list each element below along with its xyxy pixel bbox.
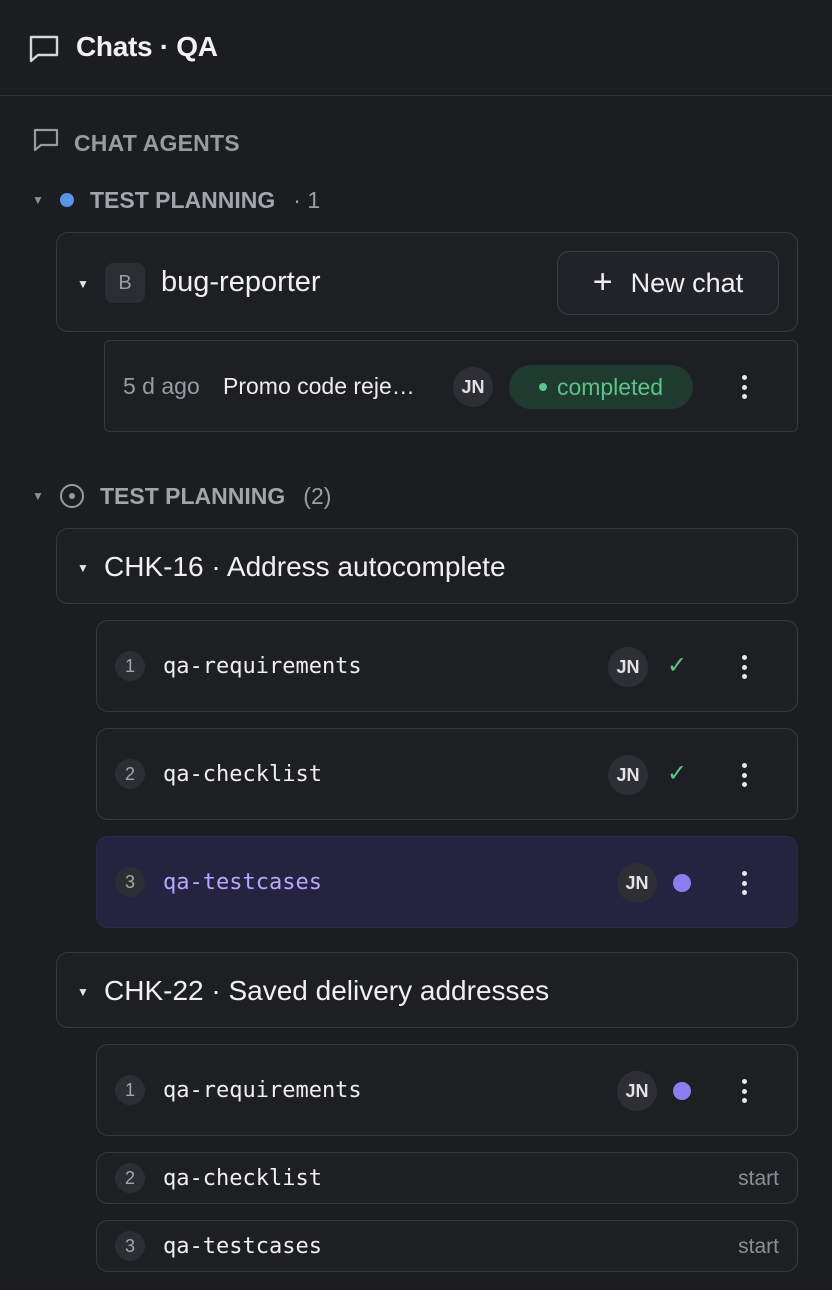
avatar: JN [608, 647, 648, 687]
caret-down-icon[interactable]: ▼ [32, 489, 44, 503]
more-options-icon[interactable] [734, 652, 754, 682]
step-name: qa-testcases [163, 870, 322, 895]
check-icon: ✓ [667, 652, 688, 679]
step-number: 1 [115, 651, 145, 681]
agent-card-bug-reporter[interactable]: ▼ B bug-reporter + New chat [56, 232, 798, 332]
step-row[interactable]: 3 qa-testcases start [96, 1220, 798, 1272]
new-chat-label: New chat [630, 267, 744, 298]
avatar: JN [617, 863, 657, 903]
chat-row[interactable]: 5 d ago Promo code reje… JN completed [104, 340, 798, 432]
start-button[interactable]: start [738, 1167, 779, 1191]
group-test-planning-1[interactable]: ▼ TEST PLANNING · 1 [32, 186, 320, 214]
group-test-planning-2[interactable]: ▼ TEST PLANNING (2) [32, 482, 331, 510]
target-icon [60, 484, 84, 508]
group-label: TEST PLANNING [90, 186, 276, 213]
caret-down-icon[interactable]: ▼ [77, 985, 89, 999]
caret-down-icon[interactable]: ▼ [77, 277, 89, 291]
new-chat-button[interactable]: + New chat [557, 251, 779, 315]
step-number: 3 [115, 1231, 145, 1261]
check-icon: ✓ [667, 760, 688, 787]
section-chat-agents: CHAT AGENTS [32, 128, 240, 158]
avatar: JN [608, 755, 648, 795]
avatar: JN [453, 367, 493, 407]
plus-icon: + [592, 262, 613, 301]
page-title: Chats · QA [76, 31, 218, 62]
status-dot [60, 193, 74, 207]
step-name: qa-requirements [163, 654, 362, 679]
group-label: TEST PLANNING [100, 482, 286, 509]
step-name: qa-requirements [163, 1078, 362, 1103]
agent-badge: B [105, 263, 145, 303]
group-count: (2) [303, 482, 332, 509]
ticket-title: CHK-22 · Saved delivery addresses [104, 975, 550, 1006]
step-number: 2 [115, 1163, 145, 1193]
status-label: completed [556, 373, 664, 400]
more-options-icon[interactable] [734, 1076, 754, 1106]
step-row-active[interactable]: 3 qa-testcases JN [96, 836, 798, 928]
more-options-icon[interactable] [734, 372, 754, 402]
more-options-icon[interactable] [734, 760, 754, 790]
section-label: CHAT AGENTS [74, 129, 240, 156]
caret-down-icon[interactable]: ▼ [32, 193, 44, 207]
caret-down-icon[interactable]: ▼ [77, 561, 89, 575]
ticket-card-chk-22[interactable]: ▼ CHK-22 · Saved delivery addresses [56, 952, 798, 1028]
start-button[interactable]: start [738, 1235, 779, 1259]
step-number: 3 [115, 867, 145, 897]
step-name: qa-testcases [163, 1234, 322, 1259]
status-badge: completed [509, 365, 693, 409]
step-row[interactable]: 2 qa-checklist start [96, 1152, 798, 1204]
step-name: qa-checklist [163, 762, 322, 787]
in-progress-dot-icon [673, 874, 691, 892]
status-dot-icon [538, 383, 547, 391]
step-name: qa-checklist [163, 1166, 322, 1191]
chat-timestamp: 5 d ago [123, 373, 200, 399]
chat-bubble-icon [28, 34, 60, 69]
chat-title: Promo code reje… [223, 373, 415, 399]
avatar: JN [617, 1071, 657, 1111]
group-count: · 1 [293, 186, 321, 213]
agent-name: bug-reporter [161, 266, 321, 298]
in-progress-dot-icon [673, 1082, 691, 1100]
panel-header: Chats · QA [0, 0, 832, 96]
more-options-icon[interactable] [734, 868, 754, 898]
step-row[interactable]: 2 qa-checklist JN ✓ [96, 728, 798, 820]
ticket-title: CHK-16 · Address autocomplete [104, 551, 506, 582]
chat-bubble-icon [32, 127, 60, 159]
step-row[interactable]: 1 qa-requirements JN [96, 1044, 798, 1136]
step-row[interactable]: 1 qa-requirements JN ✓ [96, 620, 798, 712]
step-number: 2 [115, 759, 145, 789]
step-number: 1 [115, 1075, 145, 1105]
ticket-card-chk-16[interactable]: ▼ CHK-16 · Address autocomplete [56, 528, 798, 604]
